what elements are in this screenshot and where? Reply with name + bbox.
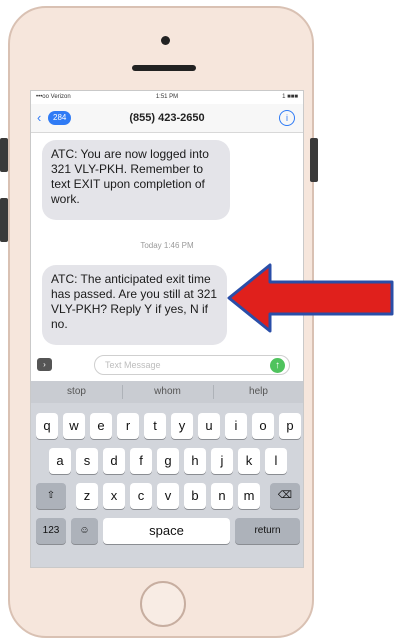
apps-chevron-icon[interactable]: › [37, 358, 52, 371]
key-e[interactable]: e [90, 413, 112, 439]
key-u[interactable]: u [198, 413, 220, 439]
message-timestamp: Today 1:46 PM [140, 241, 194, 250]
key-r[interactable]: r [117, 413, 139, 439]
key-v[interactable]: v [157, 483, 179, 509]
battery-indicator: 1 ■■■ [282, 94, 298, 100]
message-bubble-2: ATC: The anticipated exit time has passe… [42, 265, 227, 345]
key-p[interactable]: p [279, 413, 301, 439]
volume-button [0, 198, 8, 242]
compose-bar: › Text Message ↑ [31, 353, 303, 377]
keyboard: stop whom help q w e r t y u i o p a s d f g h j k l ⇧ z x c v b… [31, 381, 303, 567]
info-icon[interactable]: i [279, 110, 295, 126]
key-s[interactable]: s [76, 448, 98, 474]
earpiece-speaker [132, 65, 196, 71]
key-z[interactable]: z [76, 483, 98, 509]
key-a[interactable]: a [49, 448, 71, 474]
message-bubble-1: ATC: You are now logged into 321 VLY-PKH… [42, 140, 230, 220]
space-key[interactable]: space [103, 518, 230, 544]
conversation-header: ‹ 284 (855) 423-2650 i [31, 104, 303, 133]
key-x[interactable]: x [103, 483, 125, 509]
suggestion-1[interactable]: stop [31, 386, 122, 397]
key-i[interactable]: i [225, 413, 247, 439]
numbers-key[interactable]: 123 [36, 518, 66, 544]
key-f[interactable]: f [130, 448, 152, 474]
backspace-key-icon[interactable]: ⌫ [270, 483, 300, 509]
contact-number: (855) 423-2650 [129, 112, 205, 124]
suggestion-3[interactable]: help [213, 386, 303, 397]
key-y[interactable]: y [171, 413, 193, 439]
clock: 1:51 PM [155, 94, 179, 100]
send-arrow-icon[interactable]: ↑ [270, 358, 285, 373]
home-button[interactable] [140, 581, 186, 627]
key-w[interactable]: w [63, 413, 85, 439]
key-n[interactable]: n [211, 483, 233, 509]
message-input[interactable]: Text Message [94, 355, 290, 375]
shift-key-icon[interactable]: ⇧ [36, 483, 66, 509]
status-bar: •••oo Verizon 1:51 PM 1 ■■■ [31, 91, 303, 104]
key-k[interactable]: k [238, 448, 260, 474]
key-o[interactable]: o [252, 413, 274, 439]
key-g[interactable]: g [157, 448, 179, 474]
key-c[interactable]: c [130, 483, 152, 509]
key-q[interactable]: q [36, 413, 58, 439]
suggestion-2[interactable]: whom [122, 386, 213, 397]
return-key[interactable]: return [235, 518, 300, 544]
key-t[interactable]: t [144, 413, 166, 439]
red-arrow-annotation [227, 263, 394, 333]
mute-switch [0, 138, 8, 172]
key-b[interactable]: b [184, 483, 206, 509]
key-d[interactable]: d [103, 448, 125, 474]
key-j[interactable]: j [211, 448, 233, 474]
front-camera [161, 36, 170, 45]
quicktype-bar: stop whom help [31, 381, 303, 403]
power-button [310, 138, 318, 182]
key-m[interactable]: m [238, 483, 260, 509]
key-h[interactable]: h [184, 448, 206, 474]
key-l[interactable]: l [265, 448, 287, 474]
emoji-key-icon[interactable]: ☺ [71, 518, 98, 544]
